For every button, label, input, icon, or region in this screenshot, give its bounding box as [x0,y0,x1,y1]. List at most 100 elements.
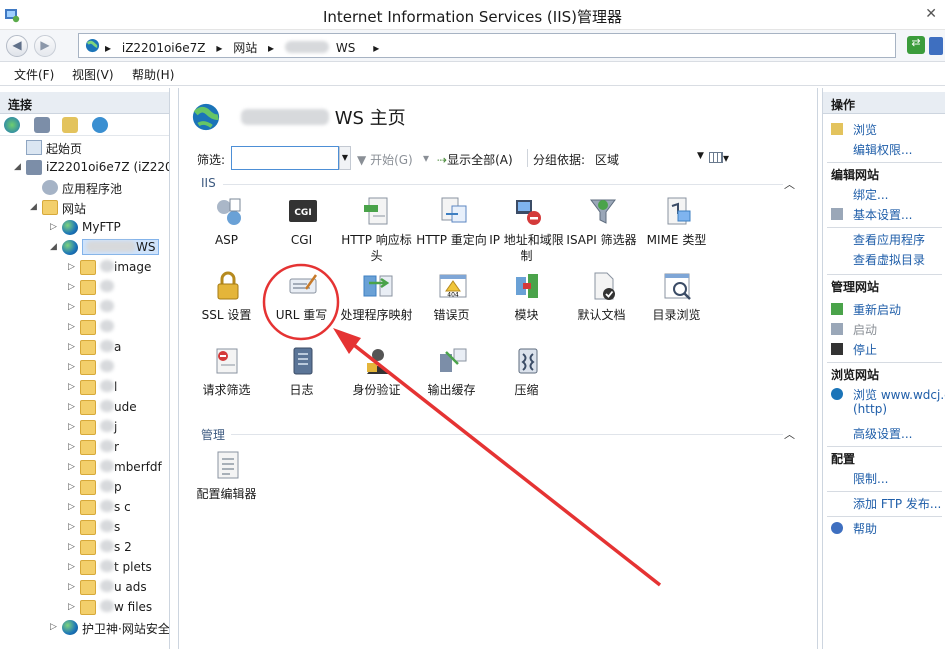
action-0[interactable]: 浏览 [853,121,877,138]
start-filter-button[interactable]: ▼ 开始(G) [357,151,413,168]
expand-toggle-icon[interactable]: ▷ [68,362,77,372]
tree-node[interactable]: ▷ mberfdf [68,458,169,478]
action-9[interactable]: 启动 [853,321,877,338]
action-5[interactable]: 查看应用程序 [853,231,925,248]
expand-toggle-icon[interactable]: ▷ [68,402,77,412]
tree-node[interactable]: ▷ r [68,438,169,458]
crumb-sites[interactable]: 网站 [233,41,257,55]
feature-compression[interactable]: 压缩 [489,346,564,418]
feature-directory-browsing[interactable]: 目录浏览 [639,271,714,343]
action-3[interactable]: 绑定... [853,186,888,203]
forward-button[interactable]: ▶ [34,35,56,57]
feature-isapi-filters[interactable]: ISAPI 筛选器 [564,196,639,268]
feature-http-redirect[interactable]: HTTP 重定向 [414,196,489,268]
expand-toggle-icon[interactable]: ▷ [68,582,77,592]
action-14[interactable]: 高级设置... [853,425,912,442]
tree-node[interactable]: 应用程序池 [30,178,169,198]
feature-modules[interactable]: 模块 [489,271,564,343]
tree-node[interactable]: ◢ 网站 [30,198,169,218]
expand-toggle-icon[interactable]: ▷ [68,282,77,292]
action-4[interactable]: 基本设置... [853,206,912,223]
chevron-down-icon[interactable]: ▼ [697,151,704,161]
tree-node[interactable]: ▷ image [68,258,169,278]
action-8[interactable]: 重新启动 [853,301,901,318]
expand-toggle-icon[interactable]: ▷ [68,522,77,532]
feature-authentication[interactable]: 身份验证 [339,346,414,418]
refresh-icon[interactable]: ⇄ [907,36,925,54]
menu-file[interactable]: 文件(F) [14,66,54,83]
crumb-site[interactable]: WS [284,41,362,55]
expand-toggle-icon[interactable]: ▷ [68,322,77,332]
action-17[interactable]: 添加 FTP 发布... [853,495,941,512]
start-dropdown-icon[interactable]: ▾ [423,151,429,165]
feature-configuration-editor[interactable]: 配置编辑器 [189,450,264,522]
collapse-manage-icon[interactable]: ︿ [784,426,795,442]
expand-toggle-icon[interactable]: ▷ [68,442,77,452]
feature-mime-types[interactable]: MIME 类型 [639,196,714,268]
action-10[interactable]: 停止 [853,341,877,358]
feature-cgi[interactable]: CGI CGI [264,196,339,268]
expand-toggle-icon[interactable]: ▷ [68,342,77,352]
tree-node[interactable]: ▷ [68,278,169,298]
expand-toggle-icon[interactable]: ▷ [68,382,77,392]
back-button[interactable]: ◀ [6,35,28,57]
expand-toggle-icon[interactable]: ◢ [14,162,23,172]
expand-toggle-icon[interactable]: ▷ [68,462,77,472]
action-1[interactable]: 编辑权限... [853,141,912,158]
feature-default-document[interactable]: 默认文档 [564,271,639,343]
filter-dropdown-button[interactable]: ▼ [339,146,351,170]
feature-url-rewrite[interactable]: URL 重写 [264,271,339,343]
expand-toggle-icon[interactable]: ◢ [30,202,39,212]
tree-node[interactable]: ▷ l [68,378,169,398]
action-6[interactable]: 查看虚拟目录 [853,251,925,268]
feature-http-response-headers[interactable]: HTTP 响应标头 [339,196,414,268]
feature-request-filtering[interactable]: 请求筛选 [189,346,264,418]
tree-node[interactable]: ▷ ude [68,398,169,418]
tree-node[interactable]: ▷ a [68,338,169,358]
expand-toggle-icon[interactable]: ▷ [68,482,77,492]
crumb-server[interactable]: iZ2201oi6e7Z [122,41,206,55]
feature-asp[interactable]: ASP [189,196,264,268]
feature-ssl-settings[interactable]: SSL 设置 [189,271,264,343]
action-13[interactable]: (http) [853,402,887,416]
help-book-icon[interactable] [929,37,943,55]
expand-toggle-icon[interactable]: ▷ [50,622,59,632]
tree-node[interactable]: ▷ j [68,418,169,438]
disconnect-icon[interactable] [92,117,108,133]
feature-ip-domain-restrictions[interactable]: IP 地址和域限制 [489,196,564,268]
collapse-iis-icon[interactable]: ︿ [784,176,795,192]
menu-view[interactable]: 视图(V) [72,66,114,83]
view-mode-button[interactable]: ▾ [709,151,729,165]
action-12[interactable]: 浏览 www.wdcj.c [853,386,945,403]
expand-toggle-icon[interactable]: ▷ [68,422,77,432]
feature-handler-mappings[interactable]: 处理程序映射 [339,271,414,343]
expand-toggle-icon[interactable]: ▷ [68,502,77,512]
save-icon[interactable] [34,117,50,133]
tree-node[interactable]: ▷ u ads [68,578,169,598]
tree-node[interactable]: ▷ w files [68,598,169,618]
menu-help[interactable]: 帮助(H) [132,66,174,83]
expand-toggle-icon[interactable]: ▷ [50,222,59,232]
group-by-select[interactable]: 区域 [595,151,619,168]
expand-toggle-icon[interactable]: ▷ [68,262,77,272]
action-18[interactable]: 帮助 [853,520,877,537]
tree-node[interactable]: ▷ MyFTP [50,218,169,238]
action-16[interactable]: 限制... [853,470,888,487]
tree-node[interactable]: 起始页 [14,138,169,158]
expand-toggle-icon[interactable]: ◢ [50,242,59,252]
tree-node[interactable]: ▷ p [68,478,169,498]
tree-node[interactable]: ▷ t plets [68,558,169,578]
tree-node[interactable]: ▷ 护卫神·网站安全 [50,618,169,638]
expand-toggle-icon[interactable]: ▷ [68,602,77,612]
expand-toggle-icon[interactable]: ▷ [68,562,77,572]
tree-node[interactable]: ▷ s 2 [68,538,169,558]
close-icon[interactable]: ✕ [925,6,937,22]
feature-logging[interactable]: 日志 [264,346,339,418]
tree-node[interactable]: ◢ WS [50,238,169,258]
show-all-button[interactable]: ⇢显示全部(A) [437,151,513,168]
filter-input[interactable] [231,146,339,170]
tree-node[interactable]: ▷ [68,298,169,318]
feature-error-pages[interactable]: 404 错误页 [414,271,489,343]
tree-node[interactable]: ▷ [68,358,169,378]
connect-icon[interactable] [4,117,20,133]
